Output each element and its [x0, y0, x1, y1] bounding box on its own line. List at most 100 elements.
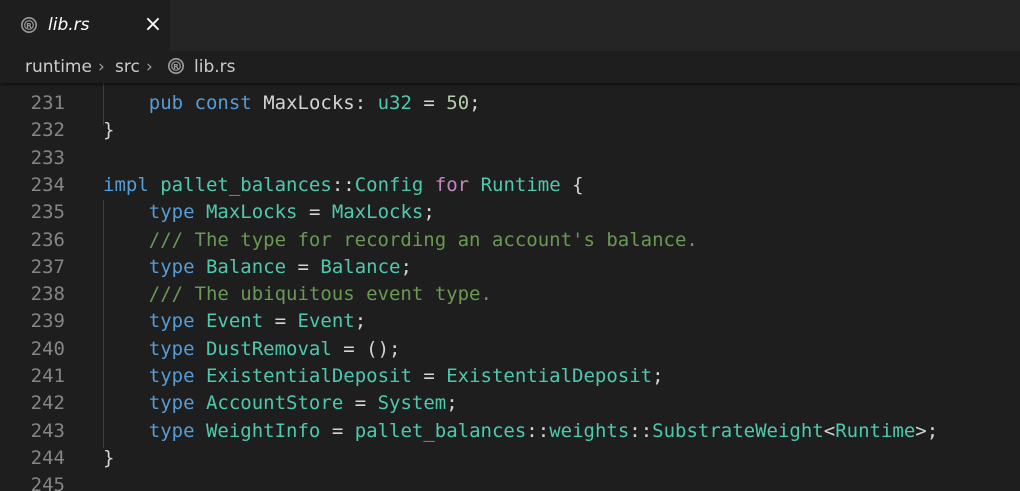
code-token: weights [549, 419, 630, 442]
line-number: 234 [30, 173, 65, 196]
code-token: ; [423, 201, 435, 224]
code-line[interactable]: 233 [0, 145, 1020, 172]
code-token: type [148, 365, 195, 387]
code-text: type AccountStore = System; [103, 390, 458, 417]
code-token: } [103, 446, 115, 469]
code-token: type [148, 310, 195, 333]
tab-label: lib.rs [48, 15, 90, 35]
code-token: ; [446, 392, 458, 415]
code-token: const [194, 92, 252, 114]
code-token: MaxLocks [331, 201, 424, 224]
code-token: 50 [446, 92, 470, 114]
tab-lib-rs[interactable]: R lib.rs × [0, 0, 170, 51]
code-token: type [148, 392, 195, 415]
line-number: 241 [30, 365, 65, 387]
code-token: /// The type for recording an account's … [148, 228, 698, 251]
code-token: /// The ubiquitous event type. [148, 283, 492, 306]
code-token: ; [652, 365, 664, 387]
code-text: } [103, 445, 114, 472]
code-token: Event [297, 310, 355, 333]
svg-text:R: R [173, 63, 179, 71]
code-line[interactable]: 245 [0, 472, 1020, 491]
code-line[interactable]: 242 type AccountStore = System; [0, 390, 1020, 417]
code-text: type DustRemoval = (); [103, 336, 401, 363]
code-token: for [434, 173, 470, 196]
code-token: ; [354, 310, 367, 333]
line-number: 243 [30, 419, 65, 442]
code-text: type Event = Event; [103, 308, 366, 335]
code-token: ; [400, 255, 412, 278]
close-icon[interactable]: × [141, 13, 165, 37]
code-line[interactable]: 236 /// The type for recording an accoun… [0, 227, 1020, 254]
line-number: 240 [30, 337, 65, 360]
code-token: Runtime [835, 419, 916, 442]
code-line[interactable]: 232} [0, 117, 1020, 144]
code-token: Runtime [480, 173, 561, 196]
code-token: SubstrateWeight [652, 419, 824, 442]
code-line[interactable]: 244} [0, 445, 1020, 472]
breadcrumb-item-src[interactable]: src [115, 56, 140, 78]
code-token: = [411, 365, 447, 387]
code-token: ExistentialDeposit [205, 365, 412, 387]
chevron-right-icon: › [98, 57, 105, 77]
code-line[interactable]: 235 type MaxLocks = MaxLocks; [0, 199, 1020, 226]
line-number: 232 [30, 119, 65, 142]
code-text: pub const MaxLocks: u32 = 50; [103, 90, 481, 117]
code-line[interactable]: 241 type ExistentialDeposit = Existentia… [0, 363, 1020, 390]
code-line[interactable]: 234 impl pallet_balances::Config for Runt… [0, 172, 1020, 199]
code-text: /// The ubiquitous event type. [103, 281, 492, 308]
line-number: 236 [30, 228, 65, 251]
line-number: 244 [30, 446, 65, 469]
code-token: } [103, 119, 115, 142]
code-token: ExistentialDeposit [446, 365, 653, 387]
code-token: = [411, 92, 447, 114]
code-line[interactable]: 231 pub const MaxLocks: u32 = 50; [0, 90, 1020, 117]
code-token: Balance [320, 255, 401, 278]
code-editor[interactable]: 231 pub const MaxLocks: u32 = 50; 232} 233… [0, 83, 1020, 491]
breadcrumb: runtime › src › lib.rs [0, 51, 1020, 83]
svg-text:R: R [26, 22, 32, 30]
code-token: :: [331, 173, 355, 196]
code-token: = [297, 201, 332, 224]
code-token: = (); [331, 337, 401, 360]
code-line[interactable]: 238 /// The ubiquitous event type. [0, 281, 1020, 308]
code-token: System [377, 392, 447, 415]
breadcrumb-item-runtime[interactable]: runtime [25, 56, 92, 78]
code-line[interactable]: 237 type Balance = Balance; [0, 254, 1020, 281]
code-token: DustRemoval [205, 337, 332, 360]
code-text: } [103, 117, 114, 144]
rust-file-icon: R [21, 17, 37, 33]
breadcrumb-item-lib-rs[interactable]: lib.rs [194, 56, 236, 78]
code-line[interactable]: 243 type WeightInfo = pallet_balances::w… [0, 418, 1020, 445]
code-token: type [148, 419, 195, 442]
code-token: :: [526, 419, 550, 442]
code-token: :: [629, 419, 653, 442]
line-number: 245 [30, 474, 65, 491]
tab-bar: R lib.rs × [0, 0, 1020, 51]
code-text: type Balance = Balance; [103, 254, 412, 281]
code-line[interactable]: 240 type DustRemoval = (); [0, 336, 1020, 363]
code-text: type MaxLocks = MaxLocks; [103, 199, 435, 226]
code-token: pub [148, 92, 184, 114]
code-token: = [263, 310, 298, 333]
code-line[interactable]: 239 type Event = Event; [0, 308, 1020, 335]
code-token: = [320, 419, 355, 442]
code-token: MaxLocks [205, 201, 298, 224]
code-token: impl [103, 173, 149, 196]
code-token: type [148, 337, 195, 360]
code-token: type [148, 201, 195, 224]
line-number: 233 [30, 146, 65, 169]
